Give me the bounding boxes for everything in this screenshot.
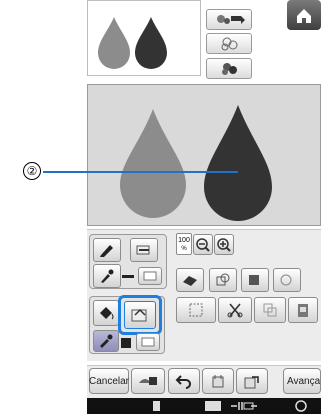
preview-dark-drop bbox=[135, 17, 167, 69]
zoom-in-icon bbox=[217, 237, 231, 252]
document-icon bbox=[153, 401, 160, 411]
paste-icon bbox=[298, 304, 308, 317]
shape-icon bbox=[249, 275, 259, 285]
line-property-icon bbox=[136, 245, 150, 255]
zoom-in-button[interactable] bbox=[214, 234, 234, 255]
status-icons bbox=[153, 400, 307, 412]
fill-property-icon bbox=[131, 308, 147, 322]
eraser-button[interactable] bbox=[176, 268, 204, 292]
dark-drop bbox=[204, 105, 272, 221]
fill-sample bbox=[121, 338, 131, 348]
light-drop bbox=[120, 109, 186, 218]
line-sample bbox=[122, 275, 134, 278]
pencil-button[interactable] bbox=[93, 238, 121, 262]
preview-drops bbox=[98, 17, 167, 69]
outline-button[interactable] bbox=[273, 268, 301, 292]
redo-icon bbox=[212, 375, 224, 388]
stamp-icon bbox=[216, 273, 230, 286]
zoom-level: 100 % bbox=[176, 233, 192, 255]
duplicate-icon bbox=[263, 303, 277, 317]
send-button[interactable] bbox=[236, 368, 268, 394]
paint-bucket-icon bbox=[100, 307, 114, 320]
pencil-icon bbox=[100, 245, 113, 257]
paste-button[interactable] bbox=[288, 297, 318, 323]
preview-light-drop bbox=[98, 17, 130, 69]
eyedropper-icon bbox=[101, 269, 114, 283]
memory-button[interactable] bbox=[131, 368, 165, 394]
line-color-icon bbox=[143, 271, 157, 281]
fill-color-button[interactable] bbox=[136, 333, 160, 351]
line-color-button[interactable] bbox=[138, 267, 162, 285]
stamp-button[interactable] bbox=[209, 268, 237, 292]
canvas-drops bbox=[120, 105, 272, 221]
zoom-level-unit: % bbox=[181, 246, 187, 252]
line-eyedropper-button[interactable] bbox=[93, 264, 121, 288]
zoom-out-button[interactable] bbox=[193, 234, 213, 255]
home-icon bbox=[297, 9, 311, 23]
fill-eyedropper-icon bbox=[100, 334, 113, 348]
flower-dark-button[interactable] bbox=[206, 58, 252, 79]
undo-button[interactable] bbox=[168, 368, 200, 394]
send-icon bbox=[244, 376, 259, 389]
fill-eyedropper-button[interactable] bbox=[93, 330, 119, 352]
clock-icon bbox=[295, 400, 307, 412]
memory-icon bbox=[139, 377, 157, 385]
callout-number: ② bbox=[23, 162, 41, 180]
callout-line bbox=[43, 171, 238, 173]
shape-button[interactable] bbox=[241, 268, 269, 292]
flower-arrow-button[interactable] bbox=[206, 9, 252, 30]
flower-button[interactable] bbox=[206, 33, 252, 54]
flower-icon bbox=[221, 37, 238, 51]
hoop-icon bbox=[205, 401, 221, 411]
fill-color-icon bbox=[141, 337, 155, 347]
outline-icon bbox=[280, 274, 292, 286]
line-property-button[interactable] bbox=[130, 238, 158, 262]
drawing-canvas[interactable] bbox=[87, 84, 321, 226]
cut-button[interactable] bbox=[218, 297, 252, 323]
flower-dark-icon bbox=[222, 63, 237, 75]
zoom-out-icon bbox=[196, 237, 210, 252]
fill-property-button[interactable] bbox=[124, 301, 156, 329]
redo-button[interactable] bbox=[202, 368, 234, 394]
flower-arrow-icon bbox=[217, 15, 245, 24]
select-button[interactable] bbox=[176, 297, 216, 323]
duplicate-button[interactable] bbox=[254, 297, 286, 323]
cancel-button[interactable]: Cancelar bbox=[89, 368, 129, 394]
eraser-icon bbox=[183, 276, 197, 286]
paint-bucket-button[interactable] bbox=[93, 300, 119, 326]
cut-icon bbox=[227, 303, 243, 318]
status-bar bbox=[87, 398, 321, 414]
next-button[interactable]: Avançar bbox=[283, 368, 321, 394]
undo-icon bbox=[175, 375, 191, 389]
select-icon bbox=[189, 303, 203, 317]
design-preview bbox=[87, 0, 201, 76]
home-button[interactable] bbox=[287, 0, 321, 30]
zoom-level-value: 100 bbox=[178, 237, 190, 244]
